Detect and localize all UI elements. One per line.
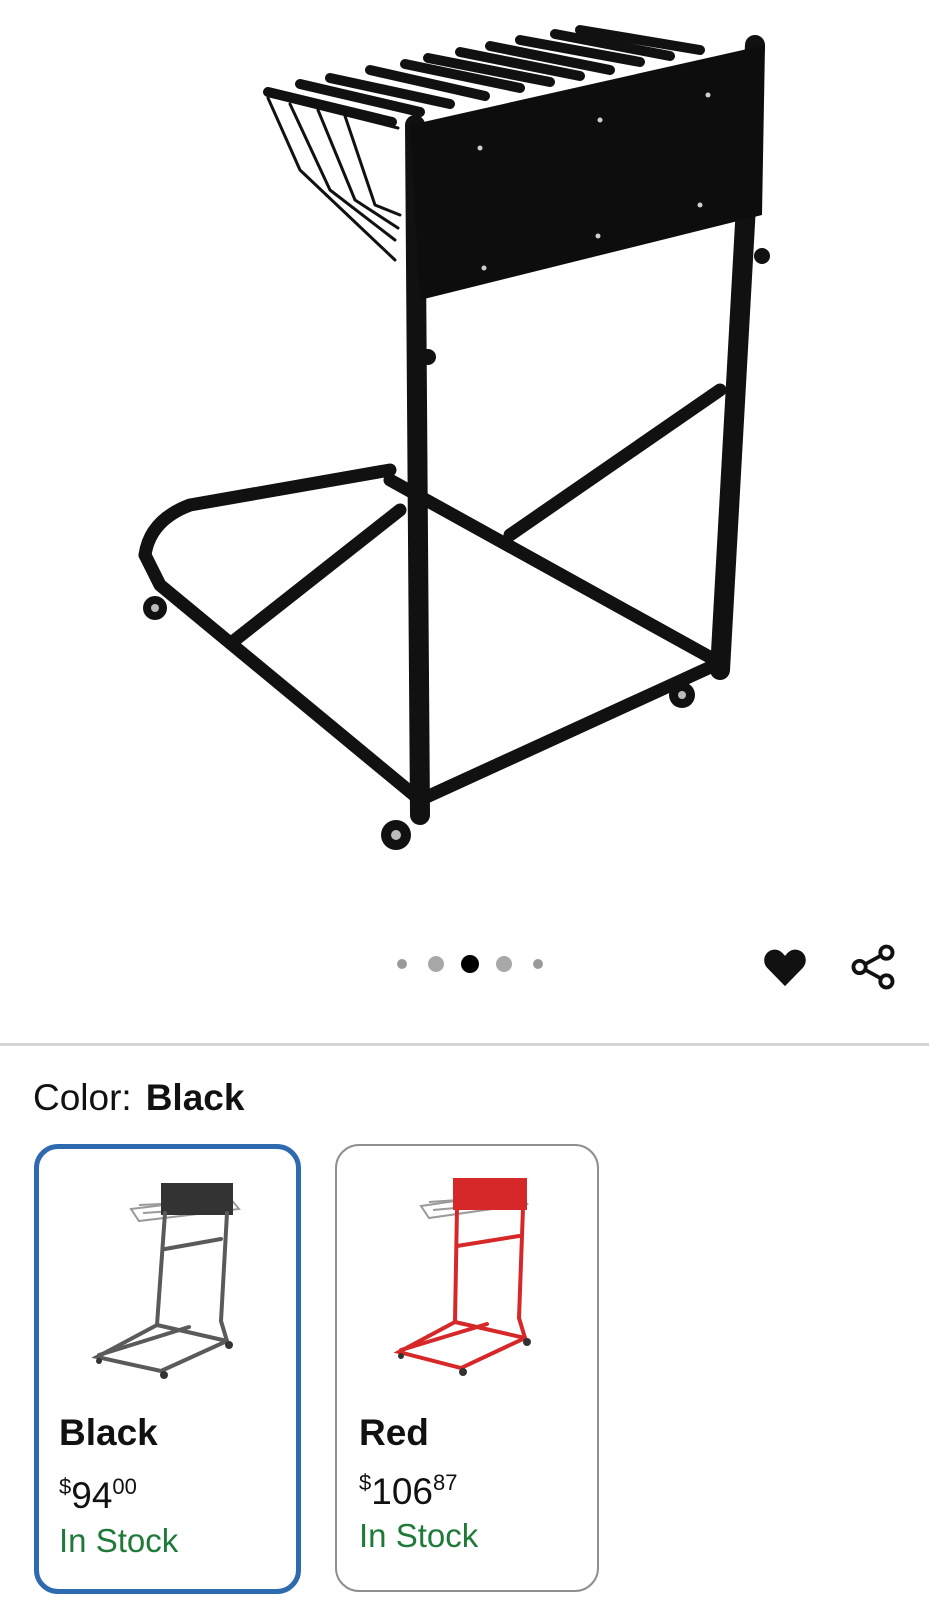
carousel-dot-2[interactable]	[428, 956, 444, 972]
red-rack-thumbnail	[393, 1178, 531, 1376]
product-page: Color: Black Black $9400 In Stock Red $1…	[0, 0, 929, 1600]
rolling-plan-rack-illustration	[138, 25, 770, 850]
price-whole: 106	[371, 1471, 433, 1512]
stock-status: In Stock	[59, 1522, 179, 1559]
carousel-dot-4[interactable]	[496, 956, 512, 972]
color-option-black[interactable]: Black $9400 In Stock	[34, 1144, 301, 1594]
black-rack-thumbnail	[91, 1183, 241, 1379]
share-icon	[851, 944, 895, 990]
carousel-dot-3-active[interactable]	[461, 955, 479, 973]
color-selected-value: Black	[145, 1077, 245, 1118]
price-currency: $	[359, 1470, 372, 1495]
carousel-dot-5[interactable]	[533, 959, 543, 969]
heart-icon	[764, 949, 806, 987]
color-option-name: Red	[359, 1412, 429, 1453]
product-image[interactable]	[0, 0, 929, 910]
section-divider	[0, 1043, 929, 1046]
color-option-red[interactable]: Red $10687 In Stock	[335, 1144, 599, 1592]
color-option-name: Black	[59, 1412, 158, 1453]
color-option-price: $10687	[359, 1461, 457, 1514]
share-button[interactable]	[848, 942, 898, 992]
price-whole: 94	[71, 1475, 113, 1516]
color-label: Color: Black	[33, 1076, 244, 1120]
favorite-button[interactable]	[760, 942, 810, 992]
stock-status: In Stock	[359, 1517, 479, 1554]
color-label-text: Color:	[33, 1077, 132, 1118]
price-cents: 00	[112, 1474, 137, 1499]
price-currency: $	[59, 1474, 72, 1499]
price-cents: 87	[432, 1470, 458, 1495]
color-option-price: $9400	[59, 1465, 137, 1518]
carousel-dot-1[interactable]	[397, 959, 407, 969]
carousel-dots	[385, 955, 555, 973]
